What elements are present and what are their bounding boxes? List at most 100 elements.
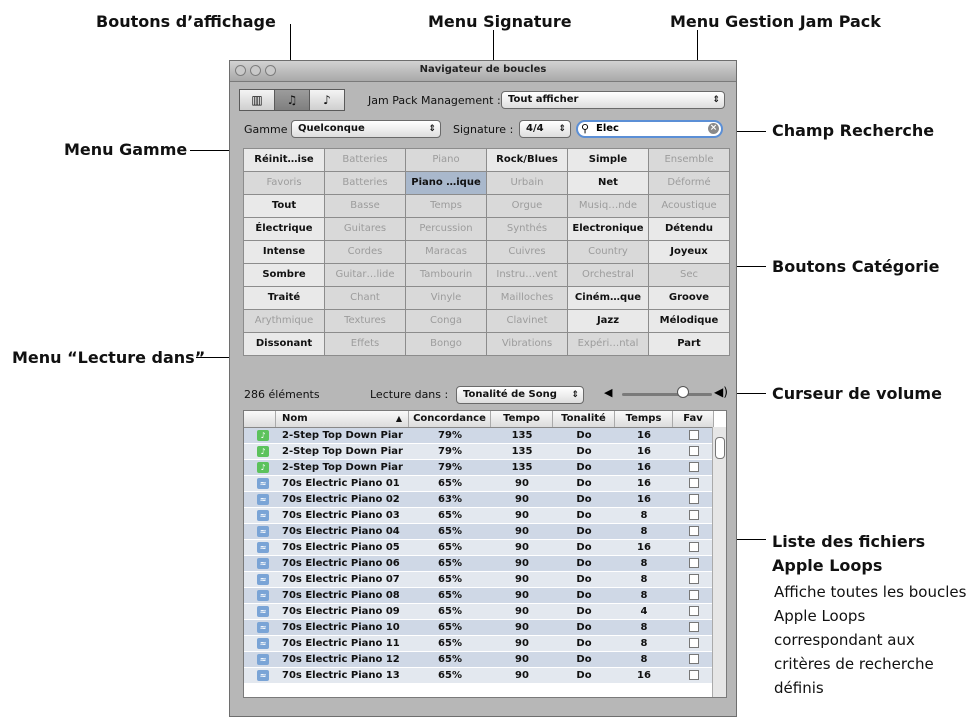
category-button[interactable]: Arythmique (244, 310, 325, 333)
category-button[interactable]: Temps (406, 195, 487, 218)
header-beats[interactable]: Temps (615, 411, 673, 427)
favorite-checkbox[interactable] (688, 510, 699, 520)
category-button[interactable]: Orchestral (568, 264, 649, 287)
category-button[interactable]: Ensemble (649, 149, 730, 172)
table-row[interactable]: ≈70s Electric Piano 03 65% 90 Do 8 (244, 508, 714, 523)
category-button[interactable]: Percussion (406, 218, 487, 241)
table-row[interactable]: ≈70s Electric Piano 01 65% 90 Do 16 (244, 476, 714, 491)
header-type[interactable] (244, 411, 276, 427)
category-button[interactable]: Textures (325, 310, 406, 333)
table-row[interactable]: ≈70s Electric Piano 08 65% 90 Do 8 (244, 588, 714, 603)
category-button[interactable]: Effets (325, 333, 406, 356)
category-button[interactable]: Guitares (325, 218, 406, 241)
header-key[interactable]: Tonalité (553, 411, 615, 427)
favorite-checkbox[interactable] (688, 462, 699, 472)
favorite-checkbox[interactable] (688, 430, 699, 440)
table-row[interactable]: ≈70s Electric Piano 09 65% 90 Do 4 (244, 604, 714, 619)
view-music-button[interactable]: ♫ (274, 89, 310, 111)
favorite-checkbox[interactable] (688, 670, 699, 680)
category-button[interactable]: Réinit…ise (244, 149, 325, 172)
table-row[interactable]: ♪ 2-Step Top Down Piar 79% 135 Do 16 (244, 460, 714, 475)
category-button[interactable]: Piano (406, 149, 487, 172)
favorite-checkbox[interactable] (688, 478, 699, 488)
category-button[interactable]: Tout (244, 195, 325, 218)
category-button[interactable]: Country (568, 241, 649, 264)
table-row[interactable]: ≈70s Electric Piano 07 65% 90 Do 8 (244, 572, 714, 587)
category-button[interactable]: Sec (649, 264, 730, 287)
favorite-checkbox[interactable] (688, 494, 699, 504)
category-button[interactable]: Groove (649, 287, 730, 310)
header-tempo[interactable]: Tempo (491, 411, 553, 427)
favorite-checkbox[interactable] (688, 622, 699, 632)
category-button[interactable]: Expéri…ntal (568, 333, 649, 356)
favorite-checkbox[interactable] (688, 558, 699, 568)
category-button[interactable]: Basse (325, 195, 406, 218)
category-button[interactable]: Joyeux (649, 241, 730, 264)
category-button[interactable]: Guitar…lide (325, 264, 406, 287)
view-columns-button[interactable]: ▥ (239, 89, 275, 111)
category-button[interactable]: Electronique (568, 218, 649, 241)
category-button[interactable]: Acoustique (649, 195, 730, 218)
volume-slider-track[interactable] (622, 393, 712, 396)
table-row[interactable]: ≈70s Electric Piano 11 65% 90 Do 8 (244, 636, 714, 651)
category-button[interactable]: Maracas (406, 241, 487, 264)
category-button[interactable]: Intense (244, 241, 325, 264)
category-button[interactable]: Conga (406, 310, 487, 333)
category-button[interactable]: Bongo (406, 333, 487, 356)
table-row[interactable]: ♪ 2-Step Top Down Piar 79% 135 Do 16 (244, 428, 714, 443)
category-button[interactable]: Ciném…que (568, 287, 649, 310)
play-in-popup[interactable]: Tonalité de Song ⇕ (456, 386, 584, 404)
category-button[interactable]: Sombre (244, 264, 325, 287)
category-button[interactable]: Batteries (325, 172, 406, 195)
scrollbar-thumb[interactable] (715, 437, 725, 459)
favorite-checkbox[interactable] (688, 638, 699, 648)
table-row[interactable]: ≈70s Electric Piano 12 65% 90 Do 8 (244, 652, 714, 667)
category-button[interactable]: Instru…vent (487, 264, 568, 287)
favorite-checkbox[interactable] (688, 654, 699, 664)
category-button[interactable]: Détendu (649, 218, 730, 241)
search-field[interactable]: ⚲ Elec × (576, 120, 723, 138)
category-button[interactable]: Jazz (568, 310, 649, 333)
category-button[interactable]: Favoris (244, 172, 325, 195)
category-button[interactable]: Vinyle (406, 287, 487, 310)
table-row[interactable]: ≈70s Electric Piano 05 65% 90 Do 16 (244, 540, 714, 555)
table-row[interactable]: ≈70s Electric Piano 10 65% 90 Do 8 (244, 620, 714, 635)
view-instruments-button[interactable]: ♪ (309, 89, 345, 111)
category-button[interactable]: Synthés (487, 218, 568, 241)
category-button[interactable]: Piano …ique (406, 172, 487, 195)
category-button[interactable]: Dissonant (244, 333, 325, 356)
jampack-popup[interactable]: Tout afficher ⇕ (501, 91, 725, 109)
category-button[interactable]: Urbain (487, 172, 568, 195)
favorite-checkbox[interactable] (688, 574, 699, 584)
category-button[interactable]: Cuivres (487, 241, 568, 264)
favorite-checkbox[interactable] (688, 590, 699, 600)
category-button[interactable]: Part (649, 333, 730, 356)
category-button[interactable]: Orgue (487, 195, 568, 218)
vertical-scrollbar[interactable] (712, 427, 726, 697)
category-button[interactable]: Net (568, 172, 649, 195)
favorite-checkbox[interactable] (688, 526, 699, 536)
header-match[interactable]: Concordance (409, 411, 491, 427)
favorite-checkbox[interactable] (688, 542, 699, 552)
category-button[interactable]: Rock/Blues (487, 149, 568, 172)
table-row[interactable]: ≈70s Electric Piano 13 65% 90 Do 16 (244, 668, 714, 683)
category-button[interactable]: Vibrations (487, 333, 568, 356)
category-button[interactable]: Mailloches (487, 287, 568, 310)
favorite-checkbox[interactable] (688, 606, 699, 616)
category-button[interactable]: Simple (568, 149, 649, 172)
category-button[interactable]: Traité (244, 287, 325, 310)
category-button[interactable]: Déformé (649, 172, 730, 195)
table-row[interactable]: ≈70s Electric Piano 04 65% 90 Do 8 (244, 524, 714, 539)
category-button[interactable]: Batteries (325, 149, 406, 172)
category-button[interactable]: Cordes (325, 241, 406, 264)
category-button[interactable]: Chant (325, 287, 406, 310)
category-button[interactable]: Musiq…nde (568, 195, 649, 218)
favorite-checkbox[interactable] (688, 446, 699, 456)
table-row[interactable]: ♪ 2-Step Top Down Piar 79% 135 Do 16 (244, 444, 714, 459)
header-name[interactable]: Nom ▲ (276, 411, 409, 427)
category-button[interactable]: Tambourin (406, 264, 487, 287)
table-row[interactable]: ≈70s Electric Piano 06 65% 90 Do 8 (244, 556, 714, 571)
header-fav[interactable]: Fav (673, 411, 714, 427)
scale-popup[interactable]: Quelconque ⇕ (291, 120, 441, 138)
table-row[interactable]: ≈70s Electric Piano 02 63% 90 Do 16 (244, 492, 714, 507)
